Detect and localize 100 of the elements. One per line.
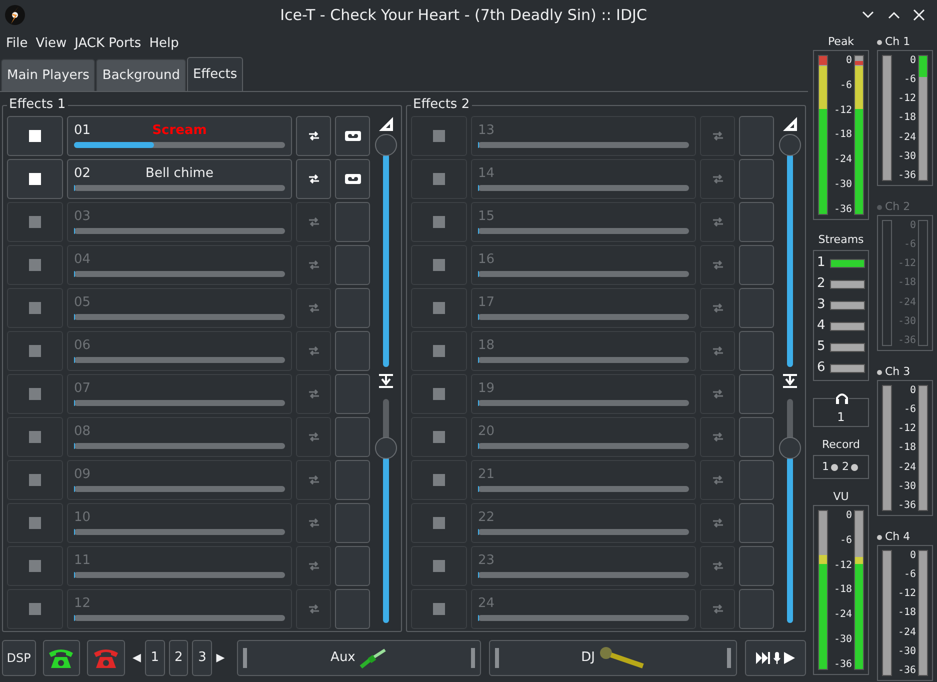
repeat-button[interactable]: [296, 116, 331, 156]
tab[interactable]: Main Players: [1, 59, 96, 91]
scale-label: -30: [834, 179, 852, 190]
scale-label: -24: [834, 609, 852, 620]
effect-button[interactable]: 13: [471, 116, 696, 156]
scale-label: 0: [910, 385, 916, 396]
tape-button[interactable]: [335, 116, 370, 156]
tape-button[interactable]: [335, 159, 370, 199]
menu-item[interactable]: View: [32, 32, 71, 56]
stop-icon: [29, 474, 41, 486]
phone-button[interactable]: [42, 640, 80, 676]
headroom-icon: [378, 372, 394, 388]
stop-icon: [29, 130, 41, 142]
stop-icon: [29, 388, 41, 400]
effect-name: Scream: [151, 123, 208, 139]
effect-number: 01: [74, 123, 91, 139]
effect-button[interactable]: 21: [471, 460, 696, 500]
effect-button[interactable]: 02 Bell chime: [67, 159, 292, 199]
stream-number: 4: [817, 317, 826, 335]
effect-button[interactable]: 04: [67, 245, 292, 285]
effect-button[interactable]: 18: [471, 331, 696, 371]
effect-number: 16: [478, 252, 495, 268]
scale-label: -36: [898, 664, 916, 676]
stop-icon: [433, 603, 445, 615]
stop-icon: [29, 259, 41, 271]
effect-button[interactable]: 19: [471, 374, 696, 414]
scale-label: -12: [898, 423, 916, 434]
stop-icon: [433, 302, 445, 314]
effect-button[interactable]: 12: [67, 589, 292, 629]
cassette-icon: [344, 174, 360, 184]
effect-button[interactable]: 11: [67, 546, 292, 586]
stop-icon: [29, 302, 41, 314]
scale-label: 0: [846, 510, 852, 521]
effect-button[interactable]: 08: [67, 417, 292, 457]
stop-button[interactable]: [7, 159, 63, 199]
effect-number: 24: [478, 596, 495, 612]
effect-button[interactable]: 22: [471, 503, 696, 543]
tab[interactable]: Background: [96, 59, 186, 91]
play-icon: [784, 652, 795, 664]
page-button[interactable]: 2: [168, 640, 188, 676]
stop-button[interactable]: [7, 116, 63, 156]
stop-icon: [433, 345, 445, 357]
page-button[interactable]: 3: [192, 640, 212, 676]
effect-number: 15: [478, 209, 495, 225]
scale-label: -24: [898, 132, 916, 143]
stop-icon: [29, 560, 41, 572]
effect-button[interactable]: 15: [471, 202, 696, 242]
effect-number: 18: [478, 338, 495, 354]
vertical-slider[interactable]: [375, 134, 397, 366]
channel-label: Ch 3: [885, 364, 910, 380]
stop-icon: [29, 216, 41, 228]
cassette-icon: [344, 131, 360, 141]
effect-button[interactable]: 03: [67, 202, 292, 242]
channel-label: Ch 4: [885, 528, 910, 545]
effect-number: 13: [478, 123, 495, 139]
effect-button[interactable]: 20: [471, 417, 696, 457]
dsp-button[interactable]: DSP: [2, 640, 36, 676]
app-logo-icon: [4, 4, 26, 26]
stop-icon: [433, 431, 445, 443]
close-icon[interactable]: [913, 9, 925, 21]
effect-button[interactable]: 24: [471, 589, 696, 629]
playback-button[interactable]: [744, 640, 806, 676]
menu-item[interactable]: File: [2, 32, 32, 56]
effect-button[interactable]: 16: [471, 245, 696, 285]
tab[interactable]: Effects: [186, 57, 244, 91]
minimize-icon[interactable]: [861, 10, 875, 20]
scale-label: -18: [898, 277, 916, 288]
volume-icon: [782, 116, 798, 132]
effect-button[interactable]: 23: [471, 546, 696, 586]
vertical-slider[interactable]: [779, 134, 801, 366]
microphone-icon: [772, 652, 781, 664]
effect-button[interactable]: 06: [67, 331, 292, 371]
page-button[interactable]: 1: [144, 640, 165, 676]
effect-button[interactable]: 05: [67, 288, 292, 328]
repeat-button[interactable]: [296, 159, 331, 199]
effect-number: 04: [74, 252, 91, 268]
scale-label: -18: [834, 584, 852, 596]
stop-icon: [29, 517, 41, 529]
effect-button[interactable]: 01 Scream: [67, 116, 292, 156]
effect-number: 17: [478, 295, 495, 311]
stop-icon: [29, 345, 41, 357]
effect-number: 21: [478, 467, 495, 483]
effect-button[interactable]: 07: [67, 374, 292, 414]
effect-number: 06: [74, 338, 91, 354]
maximize-icon[interactable]: [887, 10, 901, 20]
effect-button[interactable]: 10: [67, 503, 292, 543]
effect-button[interactable]: 09: [67, 460, 292, 500]
stream-number: 5: [817, 338, 826, 356]
stop-icon: [433, 388, 445, 400]
menu-item[interactable]: Help: [145, 32, 183, 56]
menu-item[interactable]: JACK Ports: [70, 32, 146, 56]
scale-label: -36: [834, 204, 852, 215]
effect-button[interactable]: 17: [471, 288, 696, 328]
previous-page-button[interactable]: ◀: [132, 650, 141, 666]
effect-button[interactable]: 14: [471, 159, 696, 199]
next-page-button[interactable]: ▶: [216, 650, 225, 666]
effect-number: 14: [478, 166, 495, 182]
stream-number: 1: [817, 254, 826, 272]
effect-number: 11: [74, 553, 91, 569]
scale-label: -12: [898, 93, 916, 104]
